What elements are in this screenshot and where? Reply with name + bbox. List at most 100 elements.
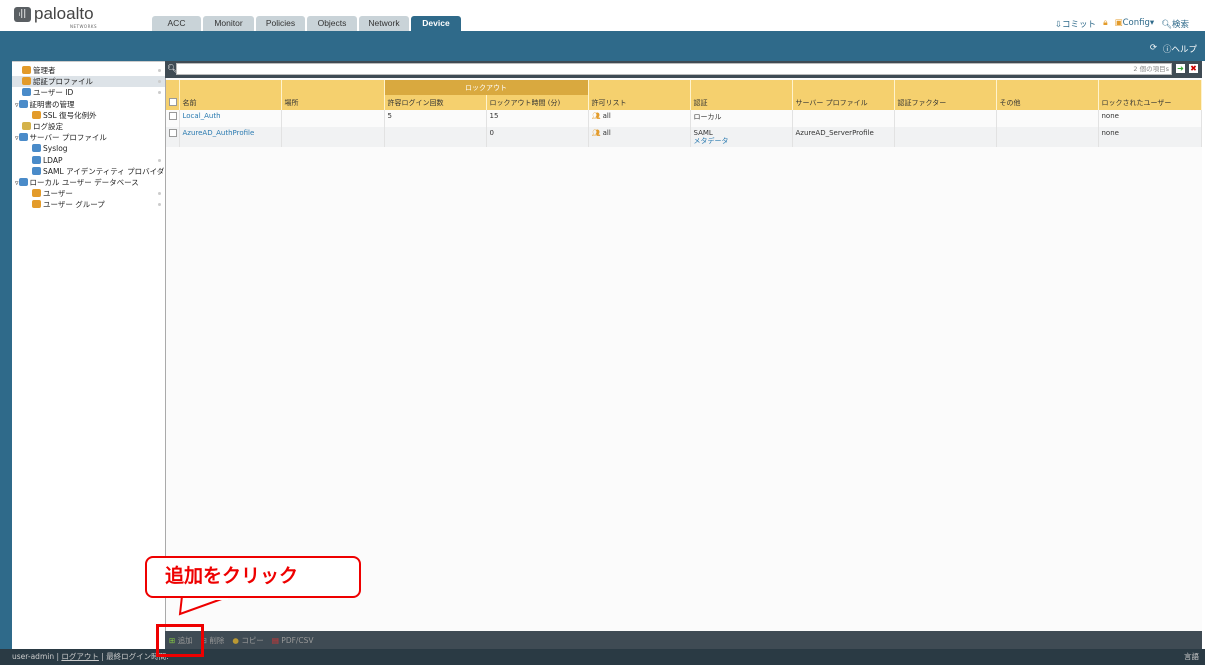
main-tabs: ACC Monitor Policies Objects Network Dev… (152, 16, 461, 31)
cell-attempts: 5 (384, 110, 487, 127)
col-other[interactable]: その他 (996, 95, 1099, 110)
logout-link[interactable]: ログアウト (61, 652, 99, 661)
col-lockout-time[interactable]: ロックアウト時間 (分) (486, 95, 589, 110)
cell-attempts (384, 127, 487, 147)
help-link[interactable]: ⓘヘルプ (1163, 43, 1197, 55)
copy-button[interactable]: ● コピー (232, 635, 263, 646)
highlight-box (156, 624, 204, 657)
status-dot (158, 169, 161, 173)
sidebar-item-label: ユーザー (43, 189, 73, 199)
config-icon: ▣ (1114, 18, 1123, 28)
pdf-csv-button[interactable]: ▤ PDF/CSV (272, 636, 314, 645)
config-dropdown[interactable]: ▣Config▾ (1115, 18, 1155, 30)
cell-factor (894, 127, 997, 147)
col-name[interactable]: 名前 (179, 95, 282, 110)
col-factor[interactable]: 認証ファクター (894, 95, 997, 110)
cell-location (281, 127, 385, 147)
left-strip (0, 61, 12, 649)
cell-server (792, 110, 895, 127)
cell-lockout: 0 (486, 127, 589, 147)
tab-monitor[interactable]: Monitor (203, 16, 254, 31)
sidebar-item[interactable]: ユーザー (12, 188, 165, 199)
sidebar-item-icon (22, 77, 31, 86)
table-row[interactable]: AzureAD_AuthProfile 0 👥︎ all SAML メタデータ A… (166, 127, 1202, 147)
paloalto-logo: ᵢ|| paloalto NETWORKS (14, 4, 97, 29)
sidebar-item[interactable]: 管理者 (12, 65, 165, 76)
sidebar-item-label: ユーザー グループ (43, 200, 105, 210)
lock-icon[interactable]: 🔒︎ (1103, 18, 1108, 30)
status-dot (158, 91, 161, 95)
sidebar-item[interactable]: ▿ 証明書の管理 (12, 99, 165, 110)
select-all-checkbox[interactable] (166, 95, 180, 110)
pdf-icon: ▤ (271, 635, 279, 645)
refresh-icon[interactable]: ⟳ (1150, 43, 1157, 55)
auth-value: SAML (693, 129, 713, 137)
col-auth[interactable]: 認証 (690, 95, 793, 110)
col-attempts[interactable]: 許容ログイン回数 (384, 95, 487, 110)
bottom-toolbar: ⊞ 追加 ⊟ 削除 ● コピー ▤ PDF/CSV (165, 631, 1202, 649)
sidebar-item-icon (18, 133, 28, 142)
sidebar-item-label: LDAP (43, 155, 63, 165)
metadata-link[interactable]: メタデータ (694, 137, 789, 145)
sidebar-item-label: 認証プロファイル (33, 77, 93, 87)
cell-auth: ローカル (690, 110, 793, 127)
sidebar-item[interactable]: ユーザー グループ (12, 199, 165, 210)
lockout-group-header: ロックアウト (384, 80, 589, 95)
sidebar-tree: 管理者認証プロファイル ユーザー ID ▿ 証明書の管理 SSL 復号化例外 ログ設定 ▿ サ… (12, 61, 165, 631)
profile-name-link[interactable]: AzureAD_AuthProfile (179, 127, 282, 147)
top-links: ⇩コミット 🔒︎ ▣Config▾ 🔍︎検索 (1055, 18, 1189, 30)
col-locked-users[interactable]: ロックされたユーザー (1098, 95, 1202, 110)
expand-arrow-icon[interactable]: ▿ (15, 101, 19, 109)
sidebar-item[interactable]: ▿ ローカル ユーザー データベース (12, 177, 165, 188)
col-location[interactable]: 場所 (281, 95, 385, 110)
status-dot (158, 69, 161, 72)
sidebar-item[interactable]: SAML アイデンティティ プロバイダ (12, 166, 165, 177)
tab-acc[interactable]: ACC (152, 16, 201, 31)
delete-button[interactable]: ⊟ 削除 (201, 635, 225, 646)
sidebar-item-icon (32, 189, 41, 198)
commit-link[interactable]: ⇩コミット (1055, 18, 1096, 30)
cell-other (996, 127, 1099, 147)
cell-allow: 👥︎ all (588, 127, 691, 147)
sidebar-item[interactable]: 認証プロファイル (12, 76, 165, 88)
sidebar-item-label: 管理者 (33, 66, 56, 75)
cell-lockout: 15 (486, 110, 589, 127)
cell-allow: 👥︎ all (588, 110, 691, 127)
row-checkbox[interactable] (166, 127, 180, 147)
sidebar-item[interactable]: ▿ サーバー プロファイル (12, 132, 165, 143)
tab-objects[interactable]: Objects (307, 16, 357, 31)
sidebar-item-label: ローカル ユーザー データベース (29, 177, 139, 187)
clear-filter-icon[interactable]: ✖ (1189, 64, 1198, 73)
expand-arrow-icon[interactable]: ▿ (15, 134, 19, 142)
cell-server: AzureAD_ServerProfile (792, 127, 895, 147)
sidebar-item-icon (32, 200, 41, 209)
profile-name-link[interactable]: Local_Auth (179, 110, 282, 127)
sidebar-item[interactable]: SSL 復号化例外 (12, 110, 165, 121)
sidebar-item[interactable]: ログ設定 (12, 121, 165, 132)
sidebar-item-label: サーバー プロファイル (29, 133, 107, 143)
expand-arrow-icon[interactable]: ▿ (15, 179, 19, 187)
tab-network[interactable]: Network (359, 16, 409, 31)
commit-icon: ⇩ (1054, 20, 1063, 30)
apply-filter-icon[interactable]: ➜ (1176, 64, 1185, 73)
pdf-label: PDF/CSV (281, 635, 314, 645)
tab-policies[interactable]: Policies (256, 16, 305, 31)
row-checkbox[interactable] (166, 110, 180, 127)
language-link[interactable]: 言語 (1184, 649, 1199, 665)
sidebar-item[interactable]: LDAP (12, 155, 165, 166)
sidebar-item[interactable]: ユーザー ID (12, 87, 165, 98)
sidebar-item-icon (22, 66, 31, 74)
item-count: 2 個の項目s (1133, 65, 1169, 73)
search-label: 検索 (1171, 20, 1189, 30)
commit-label: コミット (1062, 20, 1097, 30)
table-row[interactable]: Local_Auth 5 15 👥︎ all ローカル none (166, 110, 1202, 127)
tab-device[interactable]: Device (411, 16, 461, 31)
sidebar-item[interactable]: Syslog (12, 143, 165, 154)
col-allow-list[interactable]: 許可リスト (588, 95, 691, 110)
cell-other (996, 110, 1099, 127)
filter-input[interactable]: 2 個の項目s (176, 63, 1172, 75)
search-link[interactable]: 🔍︎検索 (1161, 18, 1189, 30)
sidebar-item-icon (18, 177, 28, 186)
col-server-profile[interactable]: サーバー プロファイル (792, 95, 895, 110)
cell-locked: none (1098, 110, 1202, 127)
